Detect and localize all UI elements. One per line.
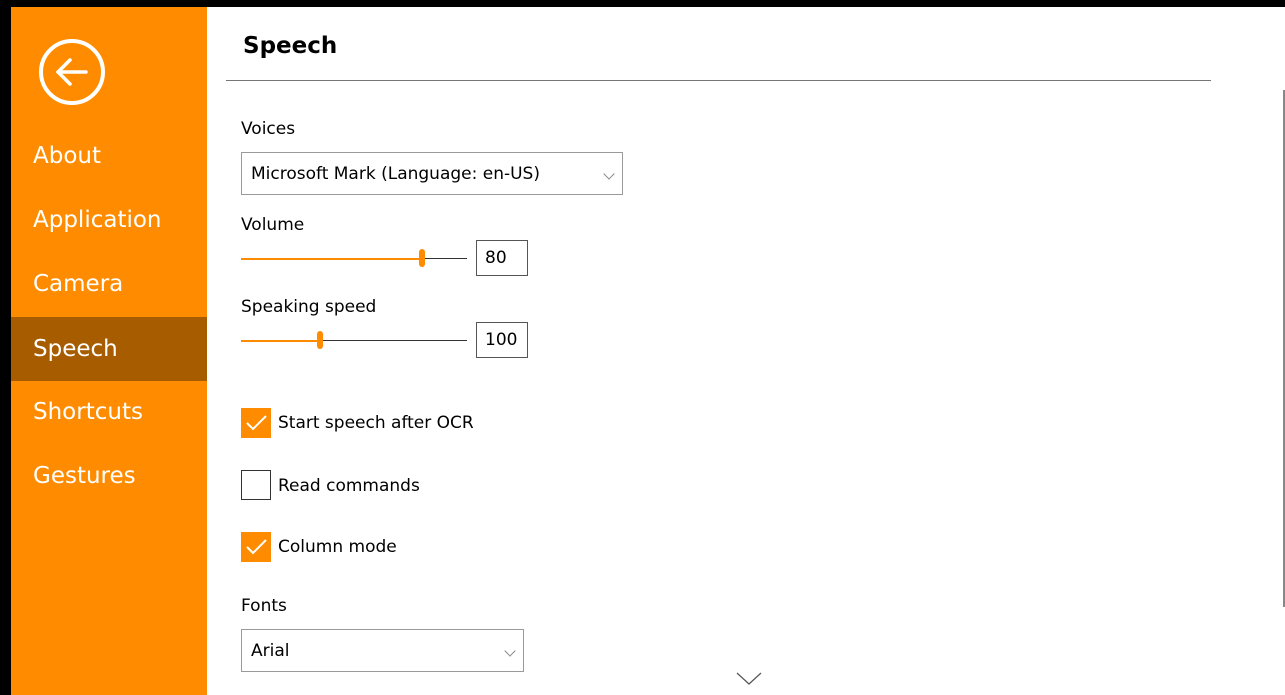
speaking-speed-value: 100 (476, 322, 528, 358)
fonts-dropdown[interactable]: Arial (241, 629, 524, 672)
speaking-speed-track-rest (323, 340, 467, 341)
read-commands-label[interactable]: Read commands (278, 476, 420, 496)
scroll-down-chevron-icon[interactable] (736, 672, 762, 686)
nav-item-about[interactable]: About (11, 124, 207, 188)
nav-item-gestures[interactable]: Gestures (11, 444, 207, 508)
volume-track-fill (241, 258, 422, 260)
voices-dropdown[interactable]: Microsoft Mark (Language: en-US) (241, 152, 623, 195)
back-arrow-icon (56, 58, 88, 86)
checkmark-icon (246, 415, 267, 431)
volume-track-rest (425, 258, 467, 259)
speaking-speed-slider-thumb[interactable] (317, 331, 323, 349)
speaking-speed-label: Speaking speed (241, 297, 377, 317)
nav-item-speech[interactable]: Speech (11, 317, 207, 381)
fonts-selected: Arial (251, 641, 290, 661)
voices-label: Voices (241, 119, 296, 139)
page-title: Speech (243, 33, 338, 59)
chevron-down-icon (504, 645, 516, 657)
back-button[interactable] (39, 39, 105, 105)
column-mode-checkbox[interactable] (241, 532, 271, 562)
fonts-label: Fonts (241, 596, 287, 616)
nav-item-application[interactable]: Application (11, 188, 207, 252)
window-frame-top (0, 0, 1285, 7)
volume-label: Volume (241, 215, 305, 235)
volume-slider[interactable] (241, 248, 467, 268)
read-commands-checkbox[interactable] (241, 470, 271, 500)
nav-item-camera[interactable]: Camera (11, 252, 207, 316)
speaking-speed-slider[interactable] (241, 330, 467, 350)
column-mode-label[interactable]: Column mode (278, 537, 397, 557)
start-speech-label[interactable]: Start speech after OCR (278, 413, 474, 433)
speaking-speed-track-fill (241, 340, 320, 342)
voices-selected: Microsoft Mark (Language: en-US) (251, 164, 540, 184)
volume-value: 80 (476, 240, 528, 276)
start-speech-checkbox[interactable] (241, 408, 271, 438)
sidebar: About Application Camera Speech Shortcut… (11, 7, 207, 695)
title-divider (226, 80, 1211, 81)
nav-item-shortcuts[interactable]: Shortcuts (11, 380, 207, 444)
checkmark-icon (246, 539, 267, 555)
window-frame-left (0, 0, 11, 695)
volume-slider-thumb[interactable] (419, 249, 425, 267)
chevron-down-icon (603, 168, 615, 180)
